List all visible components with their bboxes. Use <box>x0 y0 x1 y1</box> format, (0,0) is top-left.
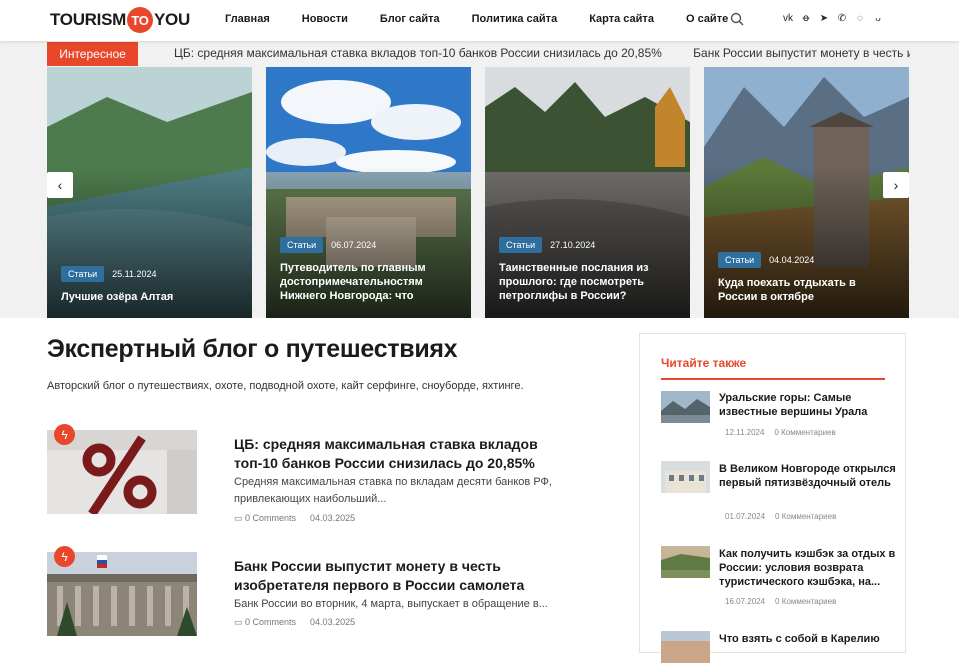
nav-item-policy[interactable]: Политика сайта <box>472 13 558 25</box>
hotel-image <box>661 461 710 493</box>
sidebar-item-meta: 12.11.2024 0 Комментариев <box>725 428 836 437</box>
post-title[interactable]: Банк России выпустит монету в честь изоб… <box>234 557 564 595</box>
card-date: 06.07.2024 <box>331 240 377 250</box>
vk-icon[interactable]: vk <box>783 13 793 24</box>
news-ticker: ЦБ: средняя максимальная ставка вкладов … <box>174 46 910 60</box>
sidebar-item-title[interactable]: Уральские горы: Самые известные вершины … <box>719 391 897 419</box>
sidebar-item-comments[interactable]: 0 Комментариев <box>774 428 835 437</box>
post-meta: ▭ 0 Comments 04.03.2025 <box>234 513 355 524</box>
slider-card[interactable]: Статьи 27.10.2024 Таинственные послания … <box>485 67 690 318</box>
logo-text-right: YOU <box>153 10 190 29</box>
sidebar-item-date: 16.07.2024 <box>725 597 766 606</box>
sidebar-item-meta: 16.07.2024 0 Комментариев <box>725 597 836 606</box>
search-icon[interactable] <box>730 12 744 26</box>
category-badge[interactable]: Статьи <box>280 237 324 253</box>
comments-count: 0 Comments <box>245 617 297 627</box>
post-title[interactable]: ЦБ: средняя максимальная ставка вкладов … <box>234 435 564 473</box>
social-links: vk ꝋ ➤ ✆ ◌ ᴗ <box>783 13 883 24</box>
category-badge[interactable]: Статьи <box>718 252 762 268</box>
card-title[interactable]: Таинственные послания из прошлого: где п… <box>499 261 678 303</box>
post-excerpt: Средняя максимальная ставка по вкладам д… <box>234 476 552 505</box>
comments-count: 0 Comments <box>245 513 297 523</box>
card-date: 25.11.2024 <box>112 269 157 279</box>
slider-card[interactable]: Статьи 25.11.2024 Лучшие озёра Алтая <box>47 67 252 318</box>
card-date: 04.04.2024 <box>769 255 815 265</box>
site-logo[interactable]: TOURISM TO YOU <box>50 7 190 33</box>
ticker-item[interactable]: Банк России выпустит монету в честь изоб… <box>693 46 910 60</box>
post-date: 04.03.2025 <box>310 513 356 523</box>
slider-prev-button[interactable]: ‹ <box>47 172 73 198</box>
comments-link[interactable]: ▭ 0 Comments <box>234 617 296 628</box>
max-icon[interactable]: ᴗ <box>873 13 883 24</box>
sidebar-item-comments[interactable]: 0 Комментариев <box>775 512 836 521</box>
sidebar-thumbnail[interactable] <box>661 546 710 578</box>
card-meta: Статьи 06.07.2024 <box>280 237 376 253</box>
sidebar-title: Читайте также <box>661 356 747 370</box>
nav-item-blog[interactable]: Блог сайта <box>380 13 440 25</box>
post-meta: ▭ 0 Comments 04.03.2025 <box>234 617 355 628</box>
post-excerpt: Банк России во вторник, 4 марта, выпуска… <box>234 598 548 610</box>
slider-next-button[interactable]: › <box>883 172 909 198</box>
logo-badge: TO <box>126 7 153 33</box>
sidebar-item-meta: 01.07.2024 0 Комментариев <box>725 512 836 521</box>
category-badge[interactable]: Статьи <box>61 266 105 282</box>
site-header: TOURISM TO YOU Главная Новости Блог сайт… <box>0 0 959 41</box>
nav-item-sitemap[interactable]: Карта сайта <box>589 13 654 25</box>
sidebar-thumbnail[interactable] <box>661 631 710 663</box>
sidebar-read-also: Читайте также Уральские горы: Самые изве… <box>639 333 906 663</box>
comment-icon: ▭ <box>234 617 246 627</box>
main-nav: Главная Новости Блог сайта Политика сайт… <box>225 13 760 25</box>
karelia-image <box>661 631 710 663</box>
logo-text-left: TOURISM <box>50 10 126 29</box>
landscape-image <box>661 546 710 578</box>
sidebar-item-title[interactable]: Что взять с собой в Карелию <box>719 632 897 646</box>
card-date: 27.10.2024 <box>550 240 596 250</box>
comments-link[interactable]: ▭ 0 Comments <box>234 513 296 524</box>
card-title[interactable]: Куда поехать отдыхать в России в октябре <box>718 276 897 304</box>
nav-item-about[interactable]: О сайте <box>686 13 728 25</box>
sidebar-item-date: 12.11.2024 <box>725 428 765 437</box>
slider-card[interactable]: Статьи 06.07.2024 Путеводитель по главны… <box>266 67 471 318</box>
sidebar-item-comments[interactable]: 0 Комментариев <box>775 597 836 606</box>
nav-item-home[interactable]: Главная <box>225 13 270 25</box>
card-meta: Статьи 04.04.2024 <box>718 252 814 268</box>
comment-icon: ▭ <box>234 513 246 523</box>
trending-icon: ϟ <box>54 546 75 567</box>
post-date: 04.03.2025 <box>310 617 356 627</box>
ticker-item[interactable]: ЦБ: средняя максимальная ставка вкладов … <box>174 46 662 60</box>
sidebar-thumbnail[interactable] <box>661 391 710 423</box>
page-title: Экспертный блог о путешествиях <box>47 335 458 363</box>
nav-item-news[interactable]: Новости <box>302 13 348 25</box>
sidebar-item-date: 01.07.2024 <box>725 512 766 521</box>
sidebar-thumbnail[interactable] <box>661 461 710 493</box>
page-subtitle: Авторский блог о путешествиях, охоте, по… <box>47 380 524 392</box>
card-meta: Статьи 25.11.2024 <box>61 266 157 282</box>
sidebar-item-title[interactable]: Как получить кэшбэк за отдых в России: у… <box>719 547 897 589</box>
ural-mountains-image <box>661 391 710 423</box>
ticker-label: Интересное <box>47 42 138 66</box>
category-badge[interactable]: Статьи <box>499 237 543 253</box>
card-meta: Статьи 27.10.2024 <box>499 237 595 253</box>
sidebar-item-title[interactable]: В Великом Новгороде открылся первый пяти… <box>719 462 897 490</box>
trending-icon: ϟ <box>54 424 75 445</box>
card-title[interactable]: Лучшие озёра Алтая <box>61 290 240 304</box>
phone-icon[interactable]: ✆ <box>837 13 847 24</box>
telegram-icon[interactable]: ➤ <box>819 13 829 24</box>
whatsapp-icon[interactable]: ◌ <box>855 13 865 24</box>
card-title[interactable]: Путеводитель по главным достопримечатель… <box>280 261 459 303</box>
sidebar-divider <box>661 378 885 380</box>
slider-card[interactable]: Статьи 04.04.2024 Куда поехать отдыхать … <box>704 67 909 318</box>
odnoklassniki-icon[interactable]: ꝋ <box>801 13 811 24</box>
